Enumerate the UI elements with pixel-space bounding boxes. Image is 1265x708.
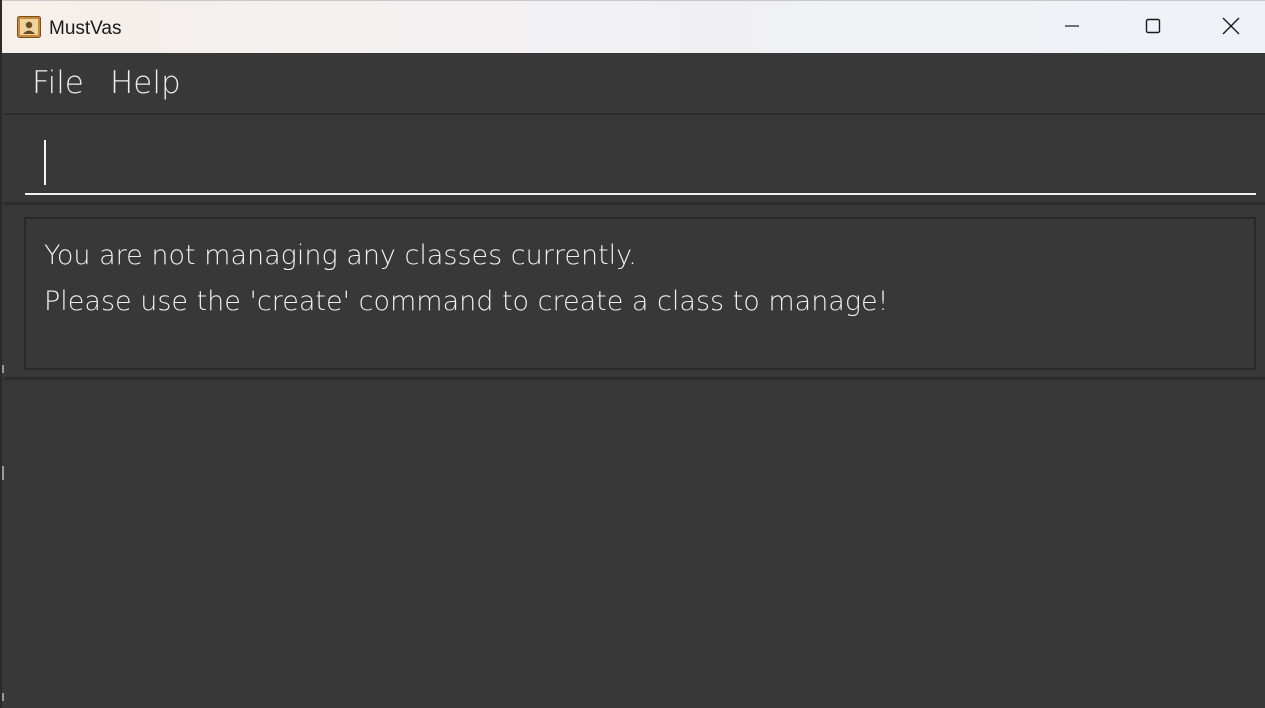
minimize-button[interactable] xyxy=(1032,1,1112,54)
command-box xyxy=(4,117,1265,205)
window-edge-mark xyxy=(2,466,4,480)
command-input[interactable] xyxy=(25,127,1256,195)
menu-file[interactable]: File xyxy=(32,63,84,103)
close-button[interactable] xyxy=(1194,1,1265,54)
window-edge-mark xyxy=(2,365,4,373)
title-bar[interactable]: MustVas xyxy=(2,0,1265,53)
result-message-line: You are not managing any classes current… xyxy=(44,240,637,271)
address-book-icon xyxy=(17,16,41,38)
result-text-area[interactable]: You are not managing any classes current… xyxy=(24,217,1256,370)
maximize-button[interactable] xyxy=(1113,1,1193,54)
window-title: MustVas xyxy=(49,18,122,39)
close-icon xyxy=(1222,17,1240,39)
app-window: MustVas File Help You are not managing a… xyxy=(0,0,1265,708)
result-display: You are not managing any classes current… xyxy=(4,207,1265,380)
menu-bar: File Help xyxy=(4,53,1265,115)
class-list-panel xyxy=(4,382,1265,708)
result-message-line: Please use the 'create' command to creat… xyxy=(44,286,889,317)
maximize-icon xyxy=(1145,18,1161,38)
minimize-icon xyxy=(1064,18,1080,38)
text-caret xyxy=(44,140,46,185)
menu-help[interactable]: Help xyxy=(110,63,181,103)
window-edge-mark xyxy=(2,693,4,701)
